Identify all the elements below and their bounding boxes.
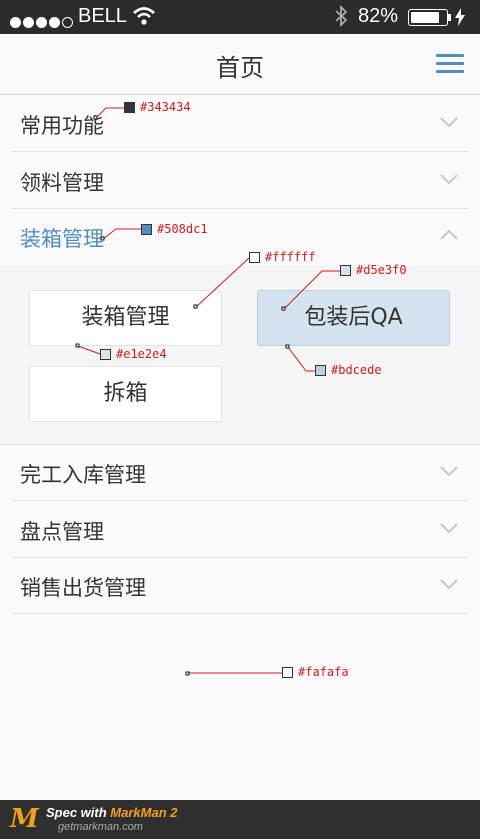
battery-icon	[408, 9, 448, 26]
status-bar: BELL 82%	[0, 0, 480, 34]
annotation-label: #ffffff	[265, 250, 316, 264]
post-packing-qa-button[interactable]: 包装后QA	[257, 290, 450, 346]
markman-footer: M Spec with MarkMan 2 getmarkman.com	[0, 800, 480, 839]
annotation-label: #e1e2e4	[116, 347, 167, 361]
annotation-label: #343434	[140, 100, 191, 114]
annotation-label: #d5e3f0	[356, 263, 407, 277]
accordion-item-label: 完工入库管理	[20, 463, 146, 487]
hamburger-menu-icon[interactable]	[436, 54, 464, 74]
packing-submenu-panel: 装箱管理 包装后QA 拆箱	[0, 265, 480, 445]
carrier-name: BELL	[78, 5, 127, 27]
annotation-label: #fafafa	[298, 665, 349, 679]
chevron-down-icon	[440, 523, 458, 534]
accordion-item-common-functions[interactable]: 常用功能	[12, 96, 468, 152]
wifi-icon	[133, 7, 155, 25]
unpacking-button[interactable]: 拆箱	[29, 366, 222, 422]
annotation-label: #bdcede	[331, 363, 382, 377]
battery-tip	[448, 14, 451, 21]
footer-product-name: MarkMan 2	[110, 805, 178, 820]
markman-logo: M	[10, 804, 39, 834]
color-swatch	[315, 365, 326, 376]
signal-dots-icon	[10, 11, 75, 28]
accordion-item-label: 盘点管理	[20, 520, 104, 544]
accordion-item-label: 领料管理	[20, 171, 104, 195]
color-swatch	[100, 349, 111, 360]
accordion-item-inventory-count[interactable]: 盘点管理	[12, 502, 468, 558]
footer-site: getmarkman.com	[58, 821, 143, 833]
battery-percent: 82%	[358, 5, 399, 27]
packing-management-button[interactable]: 装箱管理	[29, 290, 222, 346]
bluetooth-icon	[335, 5, 348, 27]
page-title: 首页	[216, 54, 264, 82]
chevron-up-icon	[440, 229, 458, 240]
color-swatch	[249, 252, 260, 263]
footer-spec-with: Spec with	[46, 805, 111, 820]
accordion-item-label: 销售出货管理	[20, 576, 146, 600]
color-swatch	[282, 667, 293, 678]
charging-bolt-icon	[455, 8, 465, 26]
accordion-item-packing-management[interactable]: 装箱管理	[12, 209, 468, 265]
color-swatch	[124, 102, 135, 113]
navigation-bar: 首页	[0, 34, 480, 95]
chevron-down-icon	[440, 579, 458, 590]
accordion-item-sales-shipment[interactable]: 销售出货管理	[12, 558, 468, 614]
accordion-item-finished-goods-storage[interactable]: 完工入库管理	[12, 445, 468, 501]
annotation-label: #508dc1	[157, 222, 208, 236]
accordion-item-label: 常用功能	[20, 114, 104, 138]
accordion-item-material-requisition[interactable]: 领料管理	[12, 153, 468, 209]
color-swatch	[141, 224, 152, 235]
footer-tagline: Spec with MarkMan 2	[46, 805, 178, 820]
color-swatch	[340, 265, 351, 276]
chevron-down-icon	[440, 466, 458, 477]
chevron-down-icon	[440, 174, 458, 185]
chevron-down-icon	[440, 117, 458, 128]
accordion-item-label: 装箱管理	[20, 227, 104, 251]
